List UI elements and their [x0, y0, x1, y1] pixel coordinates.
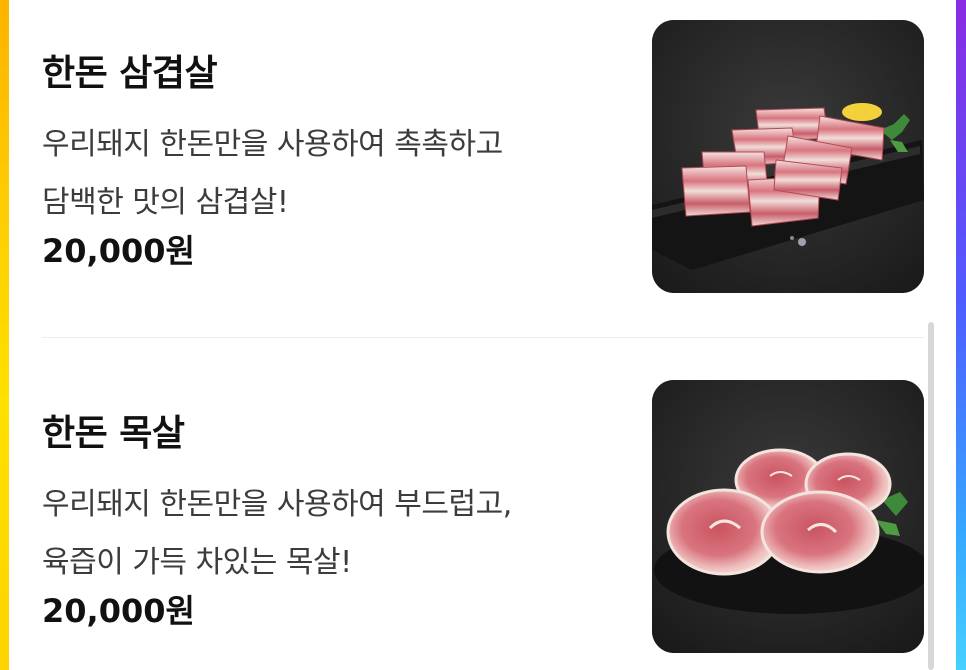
left-edge-gradient — [0, 0, 9, 670]
pork-belly-image — [652, 20, 924, 293]
menu-divider — [42, 337, 924, 338]
scrollbar[interactable] — [928, 322, 934, 670]
pork-neck-image — [652, 380, 924, 653]
pork-belly-photo[interactable] — [652, 20, 924, 293]
menu-item-name: 한돈 목살 — [42, 413, 185, 454]
right-edge-gradient — [956, 0, 966, 670]
menu-item-description-line: 육즙이 가득 차있는 목살! — [42, 545, 352, 580]
menu-item-description-line: 우리돼지 한돈만을 사용하여 부드럽고, — [42, 487, 512, 522]
menu-item-pork-neck[interactable]: 한돈 목살 우리돼지 한돈만을 사용하여 부드럽고, 육즙이 가득 차있는 목살… — [42, 380, 924, 655]
menu-item-description-line: 담백한 맛의 삼겹살! — [42, 185, 289, 220]
menu-item-description: 우리돼지 한돈만을 사용하여 촉촉하고 담백한 맛의 삼겹살! — [42, 116, 622, 232]
menu-list: 한돈 삼겹살 우리돼지 한돈만을 사용하여 촉촉하고 담백한 맛의 삼겹살! 2… — [42, 0, 924, 670]
menu-item-pork-belly[interactable]: 한돈 삼겹살 우리돼지 한돈만을 사용하여 촉촉하고 담백한 맛의 삼겹살! 2… — [42, 20, 924, 295]
pork-neck-photo[interactable] — [652, 380, 924, 653]
menu-item-description: 우리돼지 한돈만을 사용하여 부드럽고, 육즙이 가득 차있는 목살! — [42, 476, 622, 592]
menu-item-price: 20,000원 — [42, 232, 195, 270]
menu-item-name: 한돈 삼겹살 — [42, 53, 218, 94]
menu-item-description-line: 우리돼지 한돈만을 사용하여 촉촉하고 — [42, 127, 503, 162]
menu-item-price: 20,000원 — [42, 592, 195, 630]
